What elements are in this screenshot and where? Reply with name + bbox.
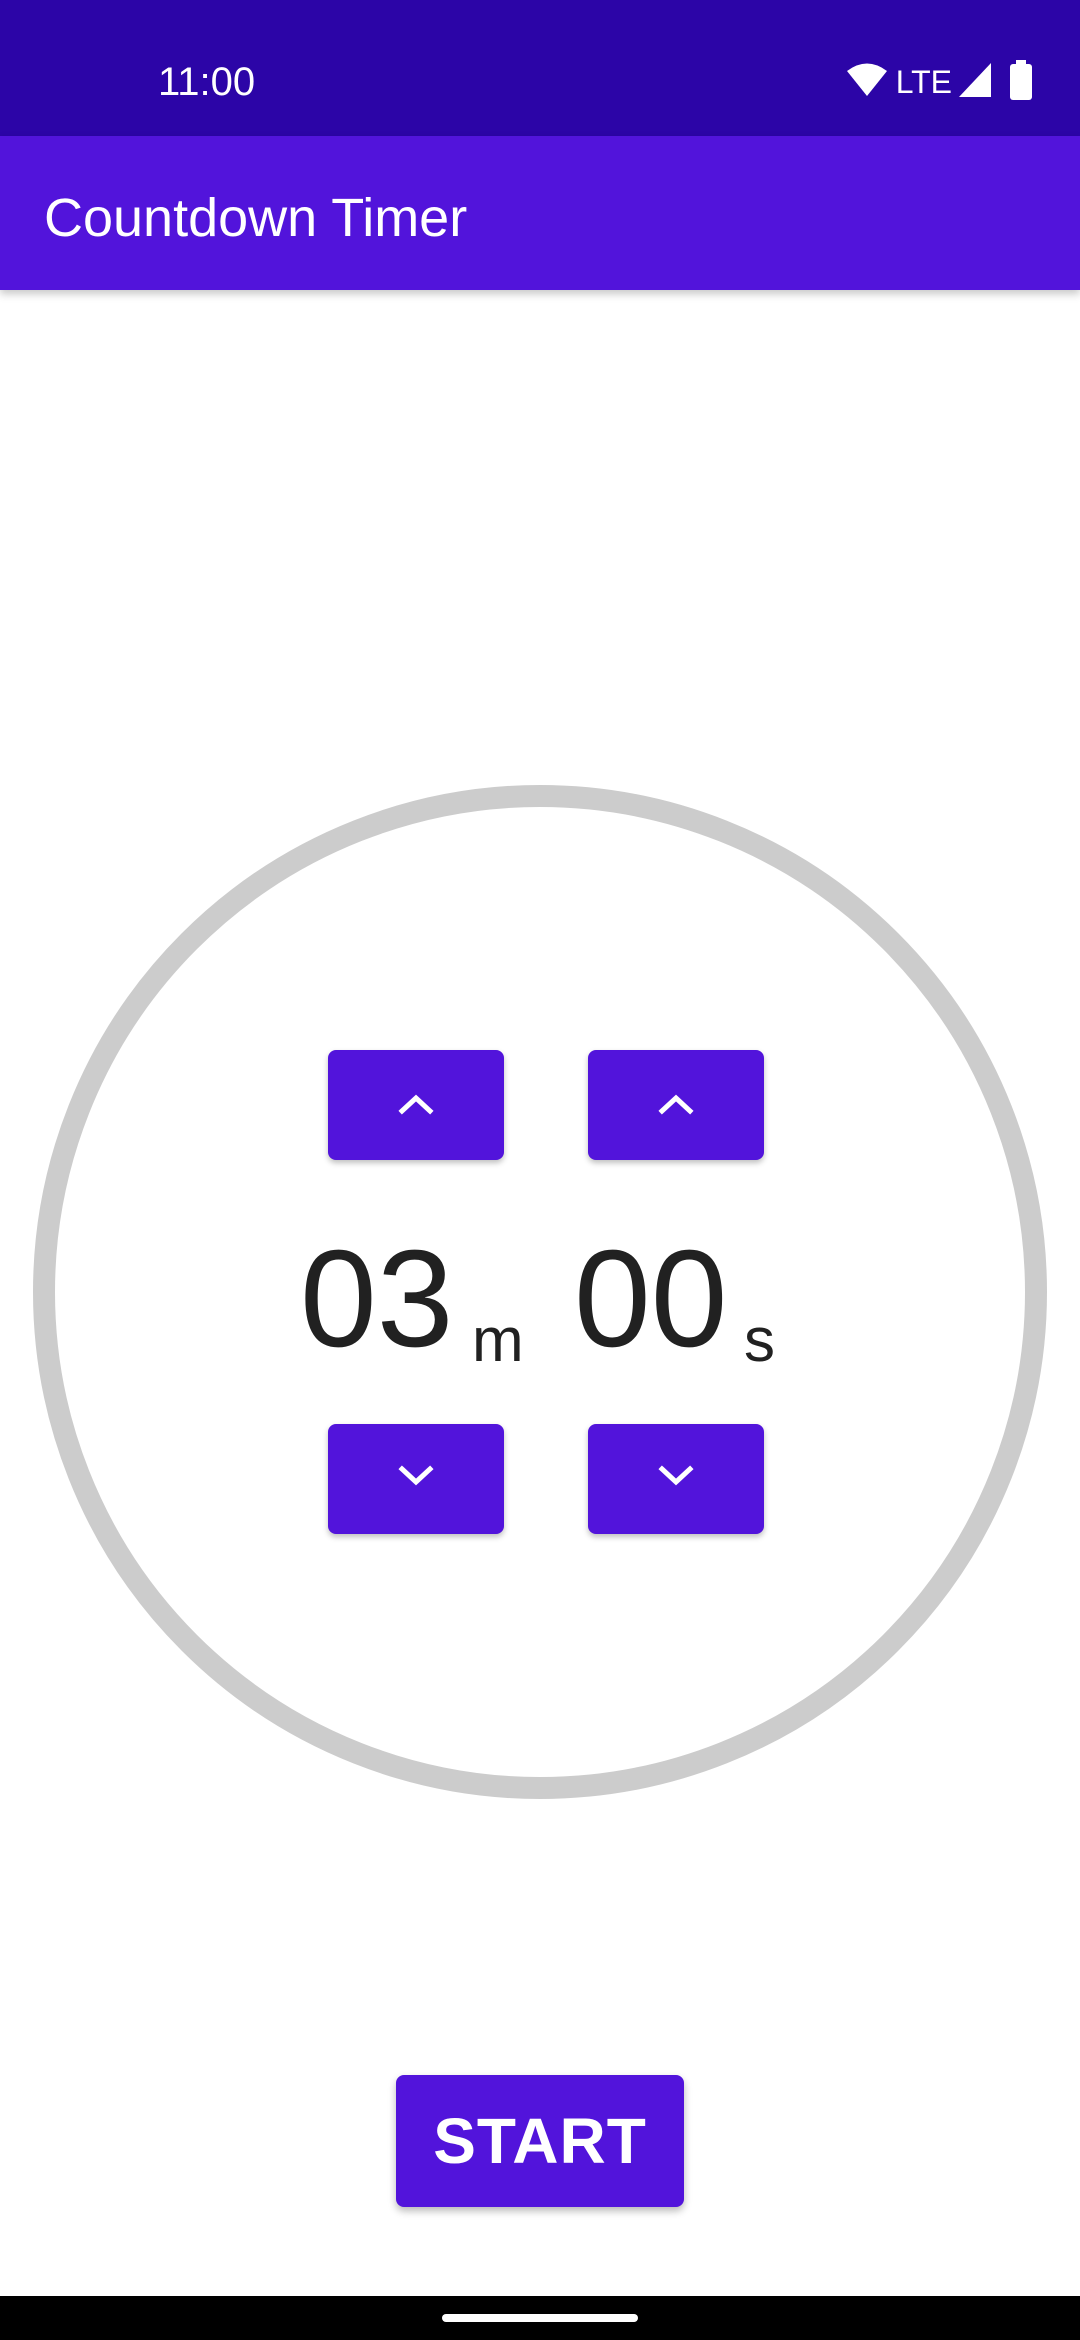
wifi-icon [846,62,888,103]
chevron-down-icon [396,1464,436,1494]
status-icons: LTE [846,59,1032,105]
cell-signal-icon [958,62,992,103]
seconds-unit-label: s [744,1306,775,1375]
app-title: Countdown Timer [44,188,468,248]
minutes-decrement-button[interactable] [328,1424,504,1534]
minutes-value: 03 [300,1222,454,1376]
seconds-decrement-button[interactable] [588,1424,764,1534]
app-bar: Countdown Timer [0,136,1080,290]
minutes-unit-label: m [472,1306,524,1375]
start-button[interactable]: START [396,2075,684,2207]
navigation-bar [0,2296,1080,2340]
timer-ring [33,785,1047,1799]
network-type-label: LTE [895,64,952,100]
gesture-handle[interactable] [442,2314,638,2322]
minutes-increment-button[interactable] [328,1050,504,1160]
chevron-up-icon [656,1091,696,1120]
status-time: 11:00 [158,60,256,104]
seconds-value: 00 [574,1222,728,1376]
seconds-increment-button[interactable] [588,1050,764,1160]
chevron-down-icon [656,1464,696,1494]
chevron-up-icon [396,1091,436,1120]
status-bar: 11:00 LTE [0,0,1080,136]
battery-icon [1010,59,1032,105]
timer-screen: 11:00 LTE Countdown Timer 03 m 00 s STAR… [0,0,1080,2340]
